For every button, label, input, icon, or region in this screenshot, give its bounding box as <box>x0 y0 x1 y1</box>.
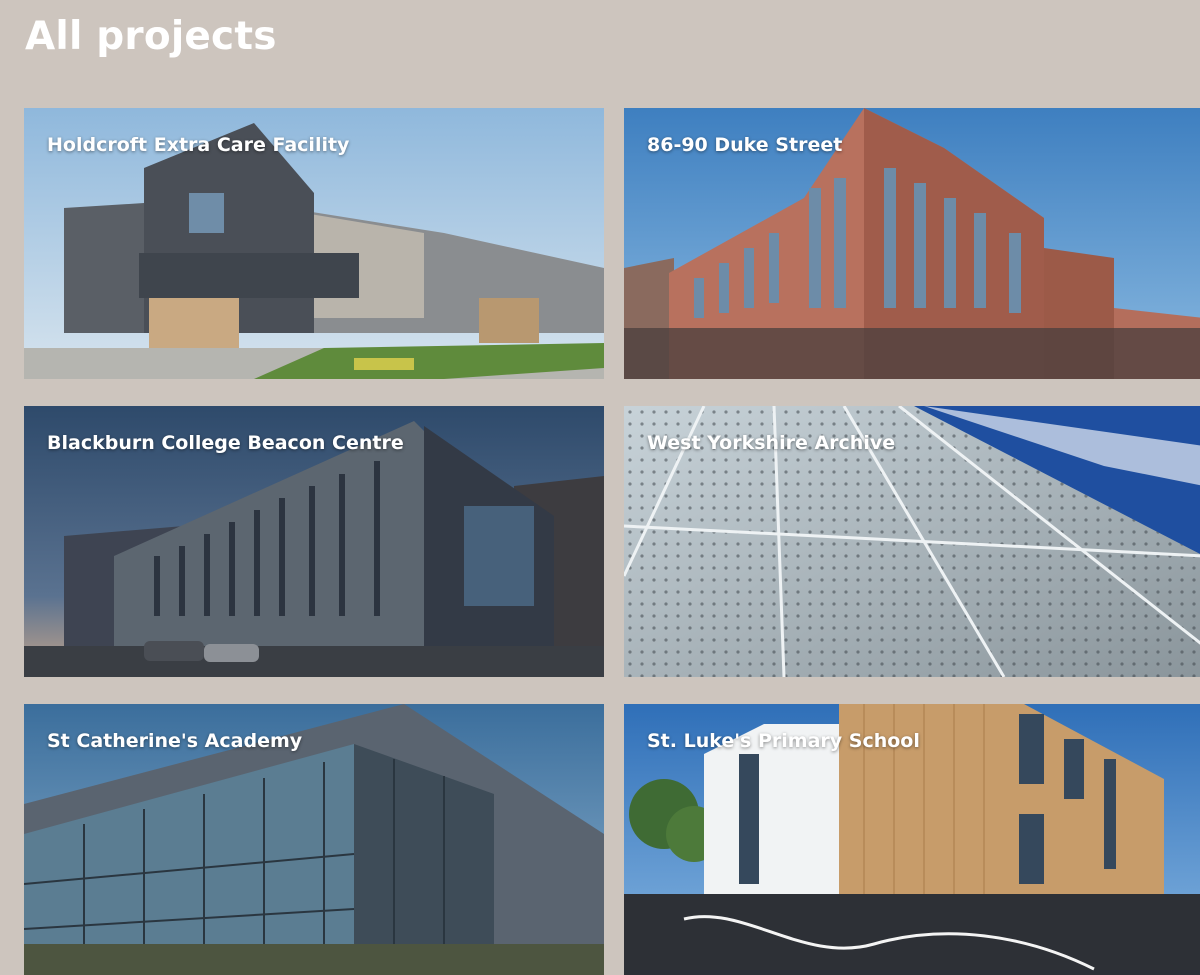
project-title: Blackburn College Beacon Centre <box>47 432 404 454</box>
project-title: Holdcroft Extra Care Facility <box>47 134 350 156</box>
project-card-blackburn-college[interactable]: Blackburn College Beacon Centre <box>24 406 604 677</box>
project-title: 86-90 Duke Street <box>647 134 843 156</box>
project-card-west-yorkshire-archive[interactable]: West Yorkshire Archive <box>624 406 1200 677</box>
project-title: St Catherine's Academy <box>47 730 303 752</box>
project-card-holdcroft[interactable]: Holdcroft Extra Care Facility <box>24 108 604 379</box>
project-card-duke-street[interactable]: 86-90 Duke Street <box>624 108 1200 379</box>
project-title: St. Luke's Primary School <box>647 730 920 752</box>
page-title: All projects <box>25 14 277 59</box>
project-card-st-lukes[interactable]: St. Luke's Primary School <box>624 704 1200 975</box>
project-title: West Yorkshire Archive <box>647 432 896 454</box>
project-card-st-catherines[interactable]: St Catherine's Academy <box>24 704 604 975</box>
